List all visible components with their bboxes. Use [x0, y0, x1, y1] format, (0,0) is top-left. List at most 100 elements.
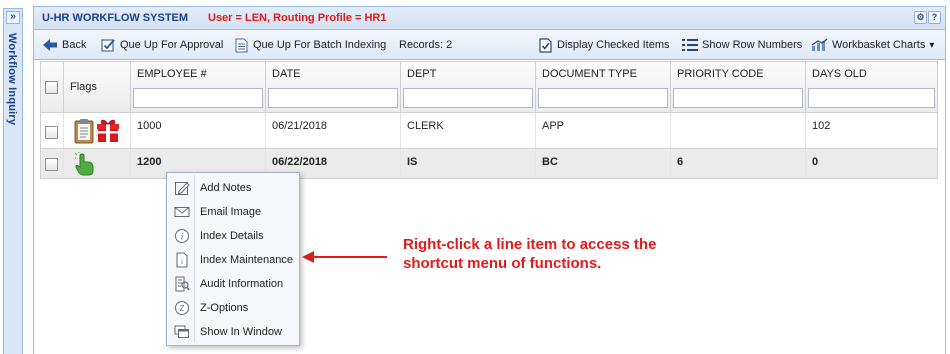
- row-checkbox[interactable]: [45, 126, 58, 139]
- dept-cell: CLERK: [401, 113, 536, 148]
- rail-title: Workflow Inquiry: [6, 33, 18, 126]
- menu-item-email-image[interactable]: Email Image: [169, 201, 297, 223]
- panel-title: U-HR WORKFLOW SYSTEM: [42, 12, 189, 24]
- gift-icon[interactable]: [96, 118, 120, 143]
- row-select-cell: [41, 149, 64, 178]
- document-list-icon: [235, 38, 248, 52]
- z-circle-icon: Z: [175, 301, 189, 315]
- context-menu: Add Notes Email Image i Index Details i …: [166, 172, 300, 346]
- display-checked-label: Display Checked Items: [557, 39, 670, 51]
- menu-item-show-in-window[interactable]: Show In Window: [169, 321, 297, 343]
- annotation-arrow-line: [312, 256, 387, 258]
- menu-item-label: Index Details: [200, 230, 264, 242]
- column-header-employee[interactable]: EMPLOYEE #: [131, 62, 266, 112]
- chart-icon: [811, 38, 828, 51]
- back-button[interactable]: Back: [42, 37, 86, 53]
- chevron-down-icon: ▾: [929, 39, 935, 51]
- flags-header[interactable]: Flags: [64, 62, 131, 112]
- show-row-numbers-button[interactable]: Show Row Numbers: [682, 37, 802, 53]
- priority-code-cell: [671, 113, 806, 148]
- menu-item-label: Email Image: [200, 206, 262, 218]
- column-header-label: EMPLOYEE #: [137, 68, 207, 80]
- menu-item-audit-information[interactable]: Audit Information: [169, 273, 297, 295]
- envelope-icon: [174, 207, 190, 217]
- annotation-callout: Right-click a line item to access the sh…: [403, 236, 657, 272]
- column-header-label: PRIORITY CODE: [677, 68, 764, 80]
- filter-document-type-input[interactable]: [538, 88, 668, 108]
- column-header-date[interactable]: DATE: [266, 62, 401, 112]
- row-select-cell: [41, 113, 64, 148]
- filter-priority-code-input[interactable]: [673, 88, 803, 108]
- filter-days-old-input[interactable]: [808, 88, 935, 108]
- menu-item-z-options[interactable]: Z Z-Options: [169, 297, 297, 319]
- header-tools: ⚙ ?: [914, 11, 941, 24]
- column-header-priority-code[interactable]: PRIORITY CODE: [671, 62, 806, 112]
- column-header-days-old[interactable]: DAYS OLD: [806, 62, 937, 112]
- cell-value: 06/22/2018: [272, 156, 328, 168]
- menu-item-label: Audit Information: [200, 278, 284, 290]
- select-all-header: [41, 62, 64, 112]
- clipboard-icon[interactable]: [74, 118, 94, 144]
- hand-pointer-icon[interactable]: [75, 152, 95, 176]
- cell-value: 102: [812, 120, 831, 132]
- document-info-icon: i: [176, 252, 188, 268]
- cell-value: 1000: [137, 120, 162, 132]
- column-header-document-type[interactable]: DOCUMENT TYPE: [536, 62, 671, 112]
- menu-item-add-notes[interactable]: Add Notes: [169, 177, 297, 199]
- numbered-list-icon: [682, 39, 698, 51]
- column-header-dept[interactable]: DEPT: [401, 62, 536, 112]
- column-header-label: DOCUMENT TYPE: [542, 68, 637, 80]
- employee-cell: 1000: [131, 113, 266, 148]
- flags-header-label: Flags: [70, 81, 97, 93]
- priority-code-cell: 6: [671, 149, 806, 178]
- workbasket-charts-label: Workbasket Charts: [832, 39, 926, 51]
- workflow-inquiry-rail[interactable]: » Workflow Inquiry: [3, 8, 23, 354]
- cell-value: CLERK: [407, 120, 444, 132]
- cell-value: 06/21/2018: [272, 120, 328, 132]
- table-row[interactable]: 1000 06/21/2018 CLERK APP 102: [40, 113, 938, 149]
- select-all-checkbox[interactable]: [45, 81, 58, 94]
- records-count: Records: 2: [399, 37, 452, 53]
- column-header-label: DAYS OLD: [812, 68, 867, 80]
- cell-value: BC: [542, 156, 558, 168]
- grid-header: Flags EMPLOYEE # DATE DEPT DOCUMENT TYPE…: [40, 61, 938, 113]
- menu-item-label: Index Maintenance: [200, 254, 293, 266]
- svg-text:Z: Z: [180, 304, 185, 313]
- cell-value: 6: [677, 156, 684, 168]
- cell-value: IS: [407, 156, 418, 168]
- audit-icon: [175, 276, 190, 292]
- menu-item-index-details[interactable]: i Index Details: [169, 225, 297, 247]
- filter-date-input[interactable]: [268, 88, 398, 108]
- gear-tool-button[interactable]: ⚙: [914, 11, 927, 24]
- checkbox-check-icon: [101, 38, 115, 52]
- show-row-numbers-label: Show Row Numbers: [702, 39, 803, 51]
- workbasket-charts-button[interactable]: Workbasket Charts ▾: [811, 37, 934, 53]
- document-type-cell: BC: [536, 149, 671, 178]
- app-window: » Workflow Inquiry U-HR WORKFLOW SYSTEM …: [0, 0, 950, 354]
- que-up-approval-button[interactable]: Que Up For Approval: [101, 37, 223, 53]
- row-checkbox[interactable]: [45, 158, 58, 171]
- que-up-batch-button[interactable]: Que Up For Batch Indexing: [234, 37, 386, 53]
- windows-icon: [174, 325, 189, 338]
- display-checked-button[interactable]: Display Checked Items: [539, 37, 670, 53]
- panel-header: U-HR WORKFLOW SYSTEM User = LEN, Routing…: [34, 7, 945, 30]
- filter-dept-input[interactable]: [403, 88, 533, 108]
- menu-item-index-maintenance[interactable]: i Index Maintenance: [169, 249, 297, 271]
- menu-item-label: Z-Options: [200, 302, 249, 314]
- expand-rail-button[interactable]: »: [6, 11, 20, 24]
- help-tool-button[interactable]: ?: [928, 11, 941, 24]
- back-arrow-icon: [43, 39, 57, 51]
- filter-employee-input[interactable]: [133, 88, 263, 108]
- que-up-batch-label: Que Up For Batch Indexing: [253, 39, 387, 51]
- cell-value: APP: [542, 120, 565, 132]
- back-label: Back: [62, 39, 87, 51]
- pencil-icon: [175, 182, 190, 195]
- cell-value: 1200: [137, 156, 162, 168]
- workbasket-grid: Flags EMPLOYEE # DATE DEPT DOCUMENT TYPE…: [40, 61, 938, 179]
- date-cell: 06/21/2018: [266, 113, 401, 148]
- menu-item-label: Add Notes: [200, 182, 252, 194]
- document-type-cell: APP: [536, 113, 671, 148]
- days-old-cell: 102: [806, 113, 937, 148]
- days-old-cell: 0: [806, 149, 937, 178]
- info-icon: i: [175, 229, 189, 243]
